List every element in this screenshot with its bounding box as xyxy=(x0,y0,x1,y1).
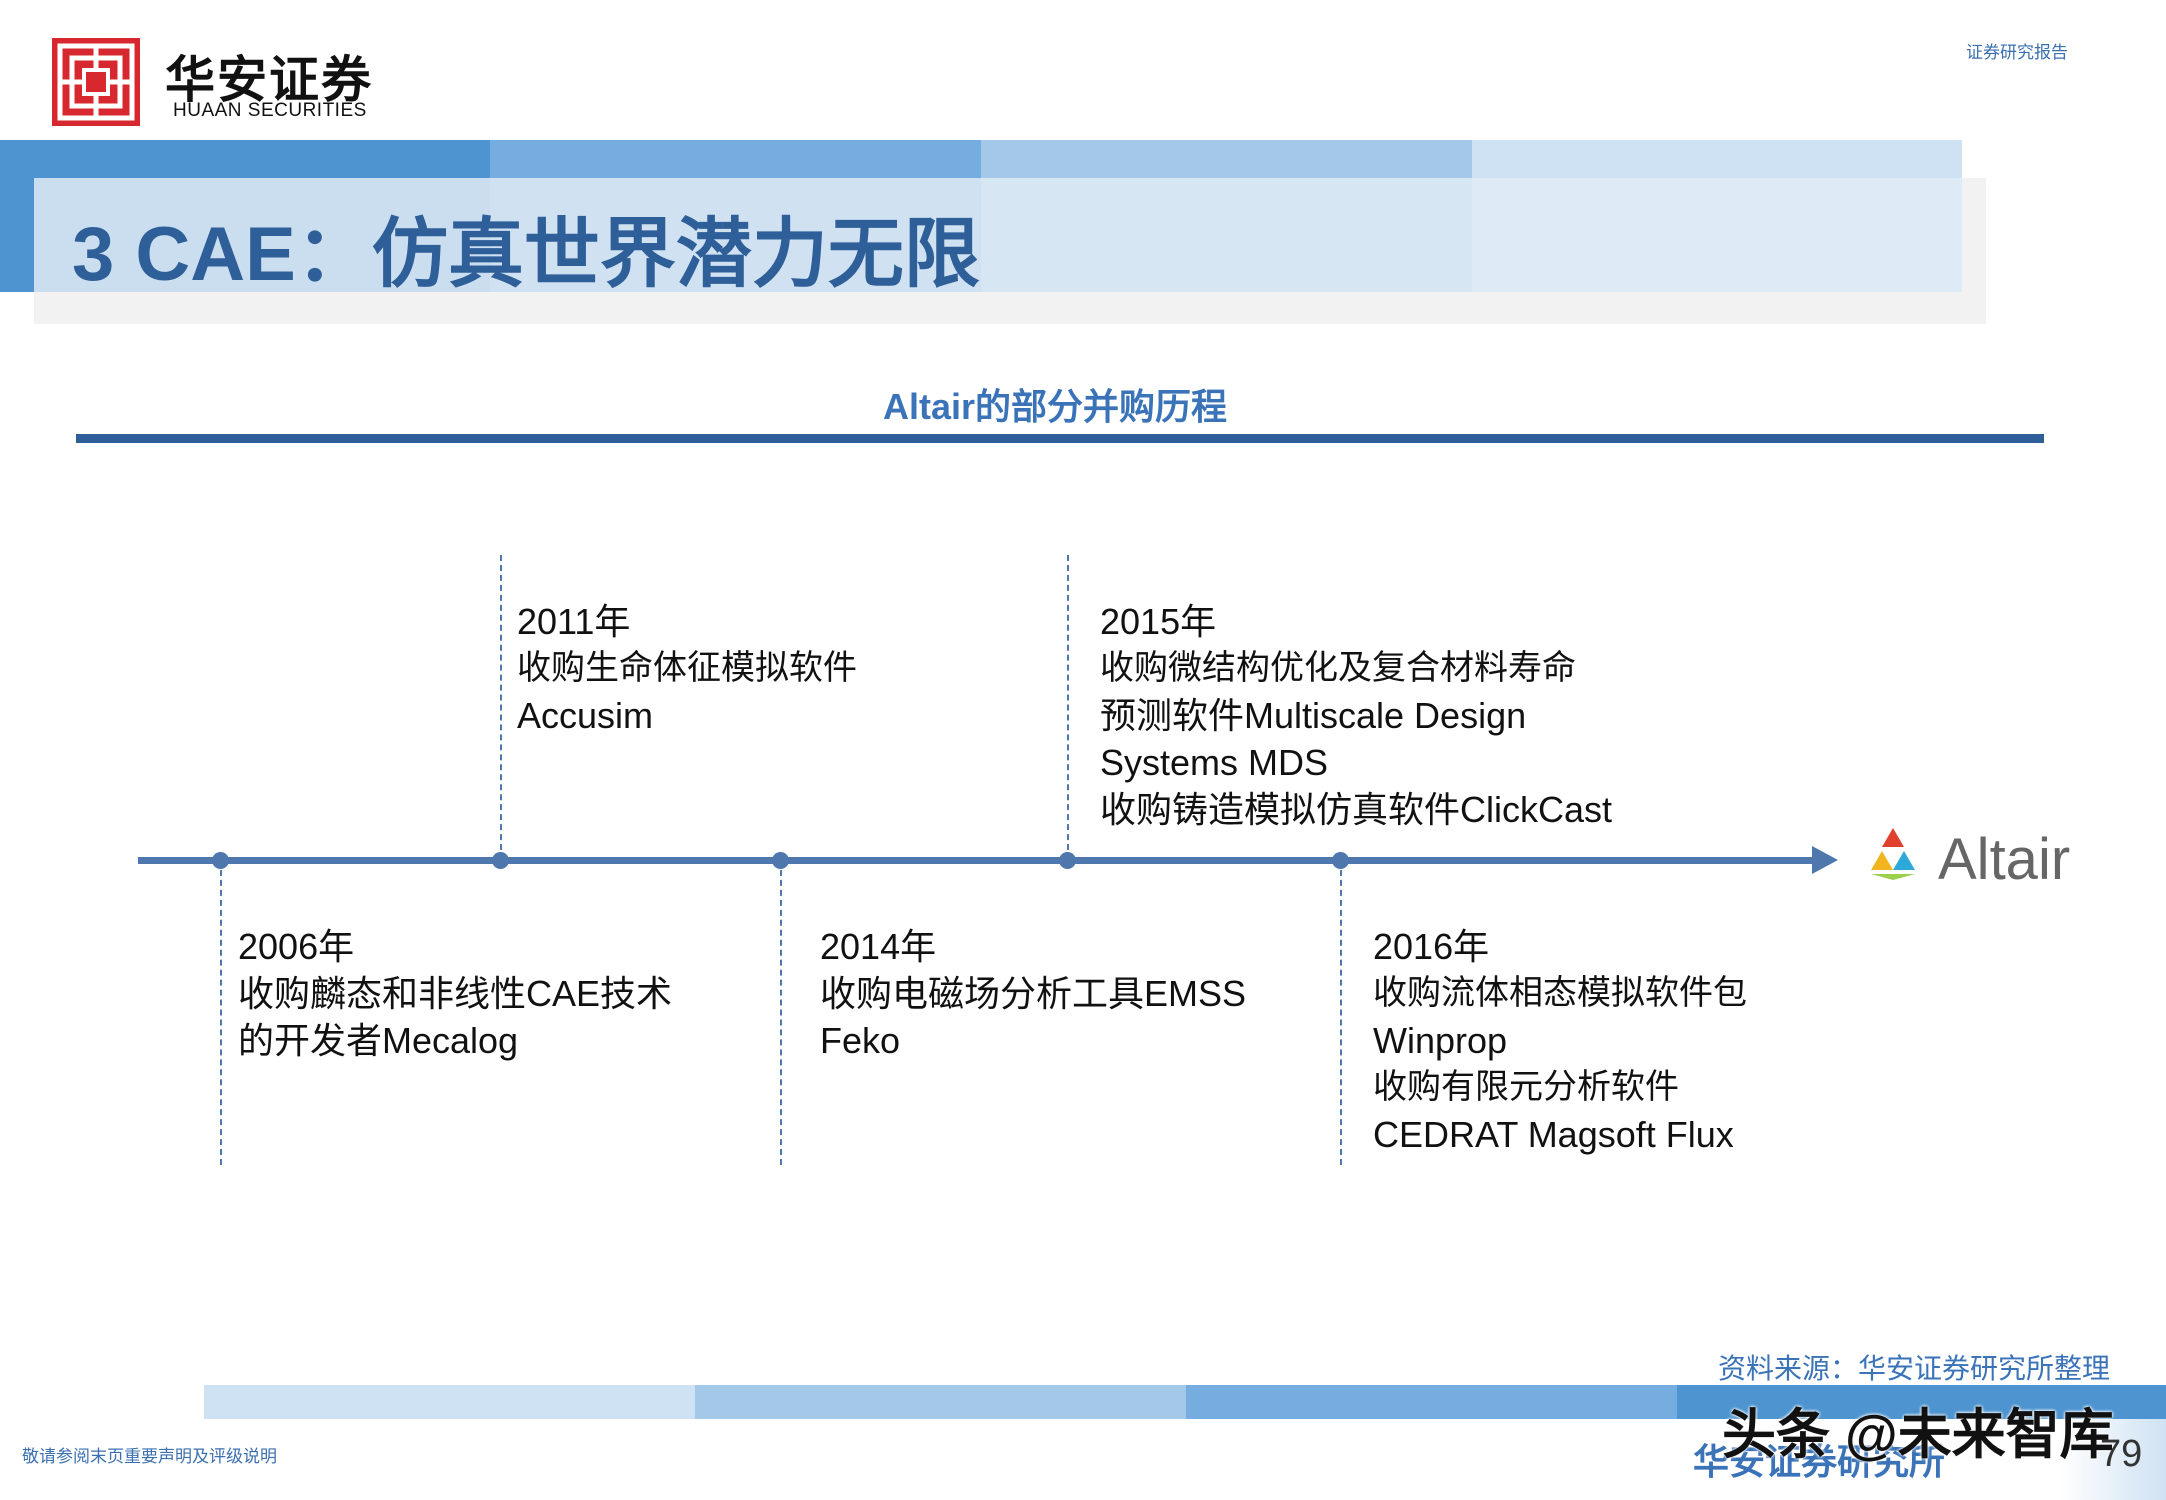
disclaimer-text: 敬请参阅末页重要声明及评级说明 xyxy=(22,1447,277,1467)
altair-triangle-icon xyxy=(1862,825,1924,888)
watermark-text: 头条 @未来智库 xyxy=(1722,1405,2114,1465)
event-line: 收购麟态和非线性CAE技术 xyxy=(238,973,673,1014)
event-2011: 2011年 收购生命体征模拟软件 Accusim xyxy=(517,598,857,739)
event-line: Feko xyxy=(820,1020,901,1061)
event-year: 2011年 xyxy=(517,601,631,642)
footer-band-2 xyxy=(695,1385,1186,1419)
page-title: 3 CAE：仿真世界潜力无限 xyxy=(72,212,980,297)
altair-logo-text: Altair xyxy=(1938,827,2071,892)
event-year: 2006年 xyxy=(238,926,355,967)
event-line: 收购有限元分析软件 xyxy=(1373,1067,1679,1107)
event-line: 收购流体相态模拟软件包 xyxy=(1373,973,1747,1013)
event-line: 预测软件Multiscale Design xyxy=(1100,695,1527,736)
connector-2014 xyxy=(780,860,782,1165)
connector-2016 xyxy=(1340,860,1342,1165)
chart-title-rule xyxy=(76,434,2044,443)
huaan-logo-icon xyxy=(52,38,140,126)
connector-2006 xyxy=(220,860,222,1165)
event-line: 收购铸造模拟仿真软件ClickCast xyxy=(1100,789,1613,830)
timeline-dot-2011 xyxy=(492,852,509,869)
timeline-dot-2016 xyxy=(1332,852,1349,869)
page-number: 79 xyxy=(2100,1433,2143,1475)
event-2015: 2015年 收购微结构优化及复合材料寿命 预测软件Multiscale Desi… xyxy=(1100,598,1612,833)
event-line: CEDRAT Magsoft Flux xyxy=(1373,1114,1734,1155)
event-year: 2015年 xyxy=(1100,601,1217,642)
event-line: Systems MDS xyxy=(1100,742,1329,783)
footer-band-1 xyxy=(204,1385,695,1419)
event-line: Winprop xyxy=(1373,1020,1508,1061)
connector-2015 xyxy=(1067,555,1069,860)
event-line: Accusim xyxy=(517,695,654,736)
event-line: 收购生命体征模拟软件 xyxy=(517,648,857,688)
timeline-dot-2015 xyxy=(1059,852,1076,869)
event-2014: 2014年 收购电磁场分析工具EMSS Feko xyxy=(820,923,1246,1064)
timeline-dot-2014 xyxy=(772,852,789,869)
event-line: 收购电磁场分析工具EMSS xyxy=(820,973,1247,1014)
chart-title: Altair的部分并购历程 xyxy=(882,386,1228,427)
logo-text-en: HUAAN SECURITIES xyxy=(173,100,367,121)
report-type-label: 证券研究报告 xyxy=(1966,43,2068,63)
connector-2011 xyxy=(500,555,502,860)
timeline-arrow-icon xyxy=(1812,846,1838,874)
timeline-axis xyxy=(138,857,1823,864)
timeline-dot-2006 xyxy=(212,852,229,869)
event-2016: 2016年 收购流体相态模拟软件包 Winprop 收购有限元分析软件 CEDR… xyxy=(1373,923,1747,1158)
footer-band-3 xyxy=(1186,1385,1677,1419)
event-line: 收购微结构优化及复合材料寿命 xyxy=(1100,648,1576,688)
event-line: 的开发者Mecalog xyxy=(238,1020,519,1061)
event-2006: 2006年 收购麟态和非线性CAE技术 的开发者Mecalog xyxy=(238,923,672,1064)
event-year: 2014年 xyxy=(820,926,937,967)
source-note: 资料来源：华安证券研究所整理 xyxy=(1718,1352,2111,1385)
event-year: 2016年 xyxy=(1373,926,1490,967)
